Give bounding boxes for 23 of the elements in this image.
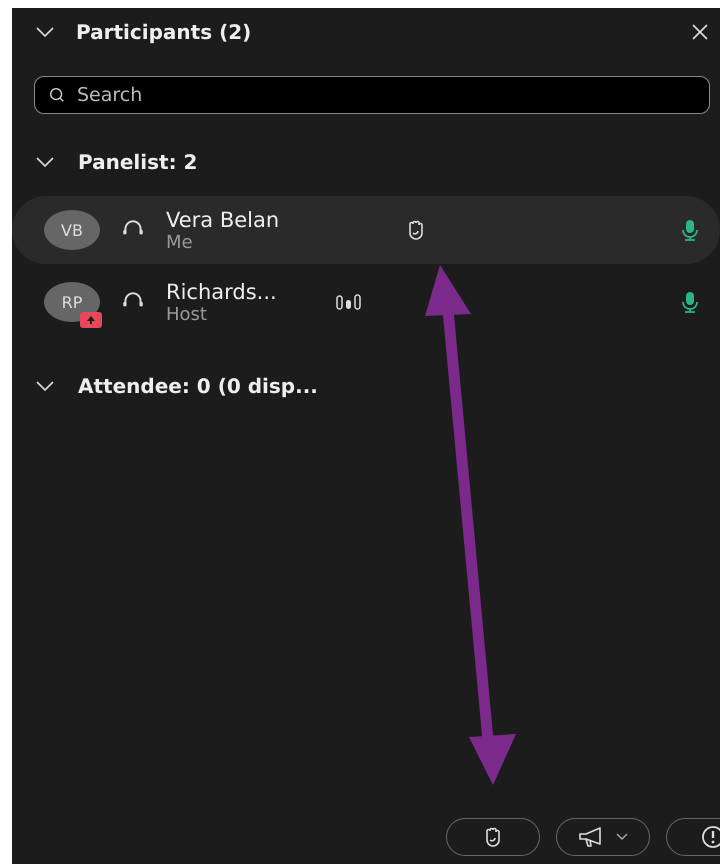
chevron-icon[interactable] (34, 26, 56, 38)
panel-title: Participants (2) (76, 20, 252, 44)
chevron-icon[interactable] (34, 156, 56, 168)
participant-row[interactable]: VB Vera Belan Me (12, 196, 720, 264)
participant-role: Me (166, 232, 194, 252)
microphone-icon[interactable] (680, 290, 700, 314)
section-title: Attendee: 0 (0 disp... (78, 374, 318, 398)
close-icon[interactable] (690, 22, 710, 42)
section-title: Panelist: 2 (78, 150, 198, 174)
avatar-initials: RP (62, 292, 82, 312)
participant-role: Host (166, 304, 208, 324)
participant-name: Vera Belan (166, 208, 280, 232)
search-icon (48, 86, 66, 104)
microphone-icon[interactable] (680, 218, 700, 242)
chevron-icon[interactable] (34, 380, 56, 392)
participant-name: Richards... (166, 280, 278, 304)
caret-icon (616, 833, 628, 841)
exclamation-icon (701, 825, 720, 849)
avatar-initials: VB (61, 220, 83, 240)
search-field[interactable]: Search (34, 76, 710, 114)
raised-hand-icon (483, 826, 503, 848)
raise-hand-button[interactable] (446, 818, 540, 856)
announce-button[interactable] (556, 818, 650, 856)
